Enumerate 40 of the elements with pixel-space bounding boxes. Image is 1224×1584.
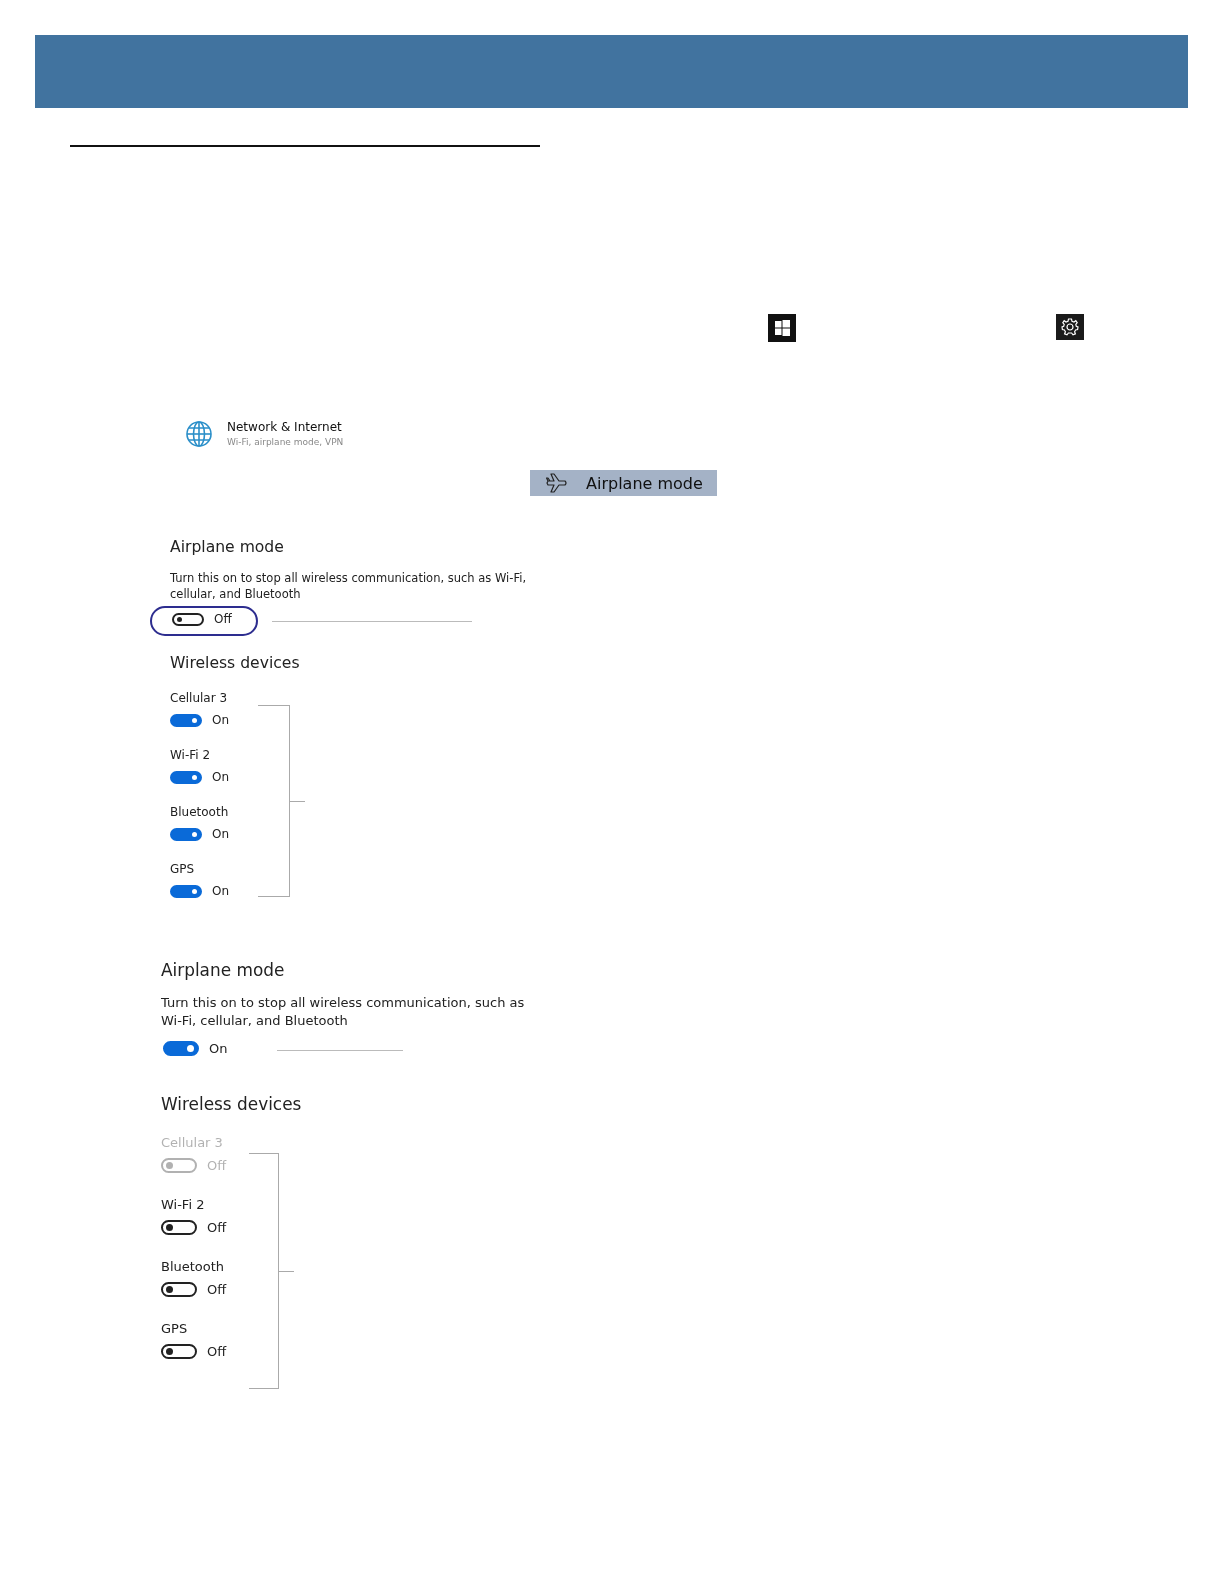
toggle-switch[interactable] bbox=[161, 1219, 197, 1235]
description-text: Turn this on to stop all wireless communication, such as Wi-Fi, cellular, and Bluetooth bbox=[170, 570, 528, 603]
toggle-switch[interactable] bbox=[170, 827, 202, 841]
toggle-state: Off bbox=[207, 1343, 227, 1359]
toggle-switch[interactable] bbox=[170, 884, 202, 898]
windows-logo-icon bbox=[768, 314, 796, 342]
device-name: Bluetooth bbox=[170, 805, 230, 820]
toggle-switch[interactable] bbox=[161, 1281, 197, 1297]
globe-icon bbox=[185, 420, 213, 448]
wireless-devices-heading: Wireless devices bbox=[161, 1093, 303, 1114]
wireless-devices-heading: Wireless devices bbox=[170, 654, 301, 673]
toggle-state: On bbox=[212, 713, 230, 728]
toggle-switch[interactable] bbox=[161, 1343, 197, 1359]
airplane-mode-heading: Airplane mode bbox=[170, 538, 285, 556]
device-name: Cellular 3 bbox=[161, 1134, 224, 1150]
toggle-state: On bbox=[212, 827, 230, 842]
device-name: GPS bbox=[170, 862, 196, 877]
toggle-switch[interactable] bbox=[163, 1040, 199, 1056]
toggle-state: Off bbox=[214, 612, 232, 627]
airplane-icon bbox=[546, 473, 568, 493]
airplane-mode-heading: Airplane mode bbox=[161, 960, 286, 981]
device-name: GPS bbox=[161, 1320, 189, 1336]
toggle-state: Off bbox=[207, 1157, 227, 1173]
airplane-mode-button[interactable]: Airplane mode bbox=[530, 470, 717, 496]
toggle-state: Off bbox=[207, 1219, 227, 1235]
description-text: Turn this on to stop all wireless communication, such as Wi-Fi, cellular, and Bluetooth bbox=[161, 994, 526, 1031]
device-name: Cellular 3 bbox=[170, 691, 229, 706]
settings-icon bbox=[1056, 314, 1084, 340]
toggle-state: Off bbox=[207, 1281, 227, 1297]
device-name: Wi-Fi 2 bbox=[161, 1196, 206, 1212]
network-internet-title[interactable]: Network & Internet bbox=[227, 420, 344, 434]
toggle-state: On bbox=[212, 770, 230, 785]
device-name: Bluetooth bbox=[161, 1258, 226, 1274]
toggle-state: On bbox=[209, 1040, 228, 1056]
toggle-switch[interactable] bbox=[170, 770, 202, 784]
toggle-switch[interactable] bbox=[170, 713, 202, 727]
device-name: Wi-Fi 2 bbox=[170, 748, 212, 763]
toggle-state: On bbox=[212, 884, 230, 899]
toggle-switch[interactable] bbox=[172, 612, 204, 626]
network-subtitle: Wi-Fi, airplane mode, VPN bbox=[227, 437, 344, 447]
